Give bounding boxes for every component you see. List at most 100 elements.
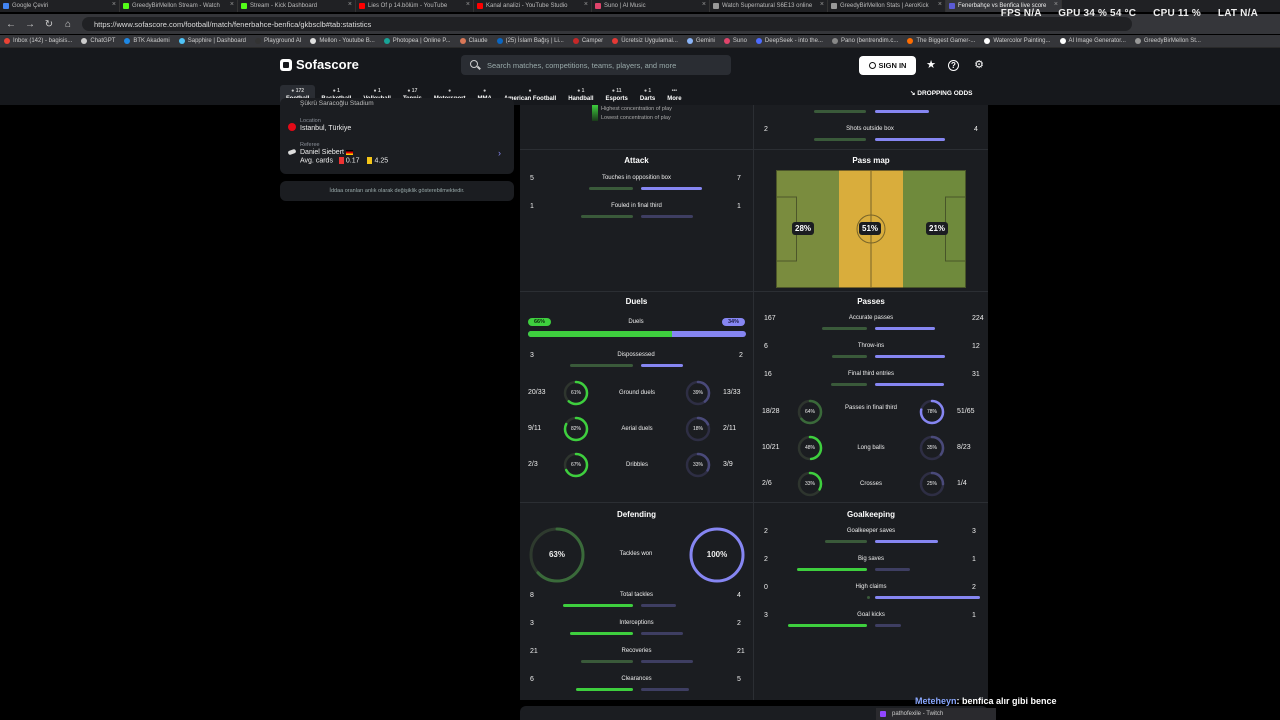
tab-title: Stream - Kick Dashboard	[250, 3, 318, 9]
close-icon[interactable]: ×	[584, 1, 588, 8]
stat-away-value: 2	[972, 584, 976, 591]
stat-home-value: 2	[764, 556, 768, 563]
stat-label: Big saves	[857, 556, 884, 562]
goalkeeping-title: Goalkeeping	[846, 510, 895, 519]
bookmark-item[interactable]: Photopea | Online P...	[383, 38, 451, 44]
browser-tab[interactable]: Lies Of p 14.bölüm - YouTube ×	[356, 0, 474, 12]
bookmark-item[interactable]: Suno	[723, 38, 747, 44]
tab-title: Watch Supernatural S6E13 online	[722, 3, 813, 9]
ring-label: Dribbles	[625, 462, 648, 468]
chevron-right-icon[interactable]: ›	[498, 148, 501, 158]
browser-tab[interactable]: Google Çeviri ×	[0, 0, 120, 12]
bookmark-item[interactable]: (25) İslam Bağış | Li...	[496, 38, 564, 44]
yellow-card-avg: 4.25	[374, 157, 389, 165]
bar-away	[875, 383, 944, 386]
bookmark-label: Claude	[468, 38, 488, 44]
ring-home-ratio: 10/21	[762, 444, 780, 451]
away-ring-pct: 78%	[926, 409, 937, 415]
bookmark-item[interactable]: Ücretsiz Uygulamal...	[612, 38, 678, 44]
sport-icon-count: ● 1	[643, 88, 652, 94]
bookmark-item[interactable]: BTK Akademi	[124, 38, 170, 44]
bar-home	[588, 187, 633, 190]
stat-away-value: 2	[737, 620, 741, 627]
bookmark-item[interactable]: Mellon - Youtube B...	[310, 38, 375, 44]
bookmark-item[interactable]: DeepSeek - into the...	[755, 38, 823, 44]
bookmark-item[interactable]: Claude	[459, 38, 488, 44]
stat-home-value: 0	[764, 584, 768, 591]
chat-username: Meteheyn	[915, 696, 957, 706]
sport-tab-handball[interactable]: ● 1 Handball	[562, 85, 599, 105]
ring-away-ratio: 51/65	[957, 408, 975, 415]
url-input[interactable]: https://www.sofascore.com/football/match…	[82, 17, 1132, 31]
bookmark-icon	[383, 38, 390, 44]
search-input[interactable]: Search matches, competitions, teams, pla…	[461, 55, 731, 75]
ring-label: Long balls	[857, 445, 885, 451]
defending-title: Defending	[616, 510, 657, 519]
shots-outside-label: Shots outside box	[846, 126, 894, 132]
settings-gear-icon[interactable]: ⚙	[972, 58, 986, 72]
bookmark-icon	[496, 38, 503, 44]
ring-label: Passes in final third	[844, 405, 898, 411]
bookmark-item[interactable]: Pano (bentrendim.c...	[831, 38, 898, 44]
sofascore-logo[interactable]: Sofascore	[280, 57, 359, 72]
tab-favicon-icon	[831, 3, 837, 9]
pass-map-right-pct: 21%	[926, 222, 949, 235]
bar-away	[875, 624, 901, 627]
bookmark-item[interactable]: Inbox (142) - bagisis...	[4, 38, 72, 44]
bookmark-label: Gemini	[695, 38, 715, 44]
twitch-tab[interactable]: pathofexile - Twitch	[876, 708, 996, 720]
ring-away-ratio: 2/11	[723, 425, 737, 432]
sport-tab-more[interactable]: ••• More	[661, 85, 687, 105]
tab-favicon-icon	[359, 3, 365, 9]
stat-away-value: 12	[972, 343, 980, 350]
close-icon[interactable]: ×	[820, 1, 824, 8]
favorites-star-icon[interactable]: ★	[924, 58, 938, 72]
bookmark-icon	[4, 38, 10, 44]
close-icon[interactable]: ×	[1054, 1, 1058, 8]
close-icon[interactable]: ×	[230, 1, 234, 8]
browser-tab[interactable]: Kanal analizi - YouTube Studio ×	[474, 0, 592, 12]
reload-icon[interactable]: ↻	[41, 16, 57, 32]
stat-label: Fouled in final third	[611, 203, 662, 209]
bar-away	[875, 355, 945, 358]
close-icon[interactable]: ×	[938, 1, 942, 8]
browser-tab[interactable]: GreedyBirMellon Stream - Watch ×	[120, 0, 238, 12]
home-icon[interactable]: ⌂	[60, 16, 76, 32]
bookmark-item[interactable]: Camper	[572, 38, 603, 44]
back-icon[interactable]: ←	[3, 16, 19, 32]
cpu-readout: CPU 11 %	[1153, 8, 1201, 19]
attack-title: Attack	[624, 156, 649, 165]
bookmark-item[interactable]: GreedyBirMellon St...	[1134, 38, 1201, 44]
forward-icon[interactable]: →	[22, 16, 38, 32]
duels-away-pill: 34%	[722, 318, 746, 326]
bookmark-item[interactable]: The Biggest Gamer-...	[907, 38, 975, 44]
bookmark-item[interactable]: Gemini	[686, 38, 715, 44]
browser-tab[interactable]: Watch Supernatural S6E13 online ×	[710, 0, 828, 12]
dropping-odds-link[interactable]: ↘ DROPPING ODDS	[910, 89, 973, 97]
close-icon[interactable]: ×	[466, 1, 470, 8]
sport-tab-esports[interactable]: ● 11 Esports	[600, 85, 634, 105]
bookmark-item[interactable]: AI Image Generator...	[1059, 38, 1126, 44]
heatmap-legend-gradient	[592, 105, 598, 121]
browser-tab[interactable]: Suno | AI Music ×	[592, 0, 710, 12]
bookmark-label: (25) İslam Bağış | Li...	[505, 38, 564, 44]
close-icon[interactable]: ×	[112, 1, 116, 8]
sport-tab-darts[interactable]: ● 1 Darts	[634, 85, 661, 105]
bar-away	[875, 110, 929, 113]
close-icon[interactable]: ×	[348, 1, 352, 8]
sport-icon-count: •••	[671, 88, 678, 94]
bookmark-item[interactable]: Watercolor Painting...	[984, 38, 1051, 44]
referee-row[interactable]: Daniel Siebert	[300, 149, 353, 156]
tab-favicon-icon	[241, 3, 247, 9]
browser-tab[interactable]: GreedyBirMellon Stats | AeroKick ×	[828, 0, 946, 12]
bookmark-item[interactable]: ChatGPT	[81, 38, 115, 44]
browser-tab[interactable]: Stream - Kick Dashboard ×	[238, 0, 356, 12]
logo-text: Sofascore	[296, 57, 359, 72]
close-icon[interactable]: ×	[702, 1, 706, 8]
sign-in-button[interactable]: SIGN IN	[859, 56, 916, 75]
bar-away	[640, 688, 689, 691]
bookmark-item[interactable]: Sapphire | Dashboard	[178, 38, 246, 44]
bookmark-label: Suno	[732, 38, 747, 44]
help-icon[interactable]: ?	[948, 60, 959, 71]
bookmark-item[interactable]: Playground AI	[255, 38, 301, 44]
